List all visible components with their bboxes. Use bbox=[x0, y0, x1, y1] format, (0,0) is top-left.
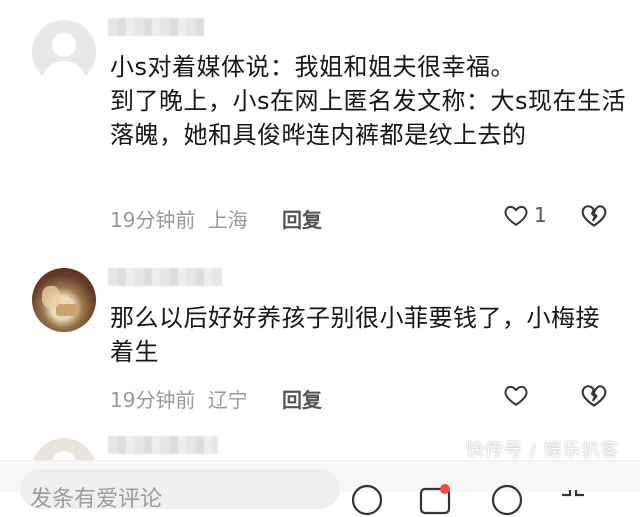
share-icon[interactable] bbox=[556, 483, 590, 517]
reply-button[interactable]: 回复 bbox=[282, 204, 322, 233]
comment-time: 19分钟前 bbox=[110, 388, 196, 412]
avatar-image-detail bbox=[56, 304, 78, 316]
watermark: 快传号 / 娱乐扒客 bbox=[466, 440, 620, 461]
heart-icon[interactable] bbox=[503, 202, 529, 228]
username-blurred[interactable] bbox=[108, 18, 204, 36]
broken-heart-icon[interactable] bbox=[580, 201, 608, 229]
like-count: 1 bbox=[534, 203, 547, 227]
comment-meta: 19分钟前 辽宁 bbox=[110, 384, 248, 413]
emoji-icon[interactable] bbox=[350, 483, 384, 517]
gift-icon[interactable] bbox=[490, 483, 524, 517]
username-blurred[interactable] bbox=[108, 268, 222, 286]
heart-icon[interactable] bbox=[503, 382, 529, 408]
comment-text: 小s对着媒体说：我姐和姐夫很幸福。 到了晚上，小s在网上匿名发文称：大s现在生活… bbox=[110, 53, 627, 149]
comment-input-placeholder: 发条有爱评论 bbox=[30, 487, 163, 512]
comment-time: 19分钟前 bbox=[110, 208, 196, 232]
comment-text: 那么以后好好养孩子别很小菲要钱了，小梅接着生 bbox=[110, 304, 600, 366]
broken-heart-icon[interactable] bbox=[580, 381, 608, 409]
username-blurred[interactable] bbox=[108, 436, 218, 454]
comment-input-bar: 发条有爱评论 bbox=[0, 460, 640, 516]
avatar[interactable] bbox=[32, 20, 96, 84]
comment-meta: 19分钟前 上海 bbox=[110, 204, 248, 233]
avatar[interactable] bbox=[32, 268, 96, 332]
comment-location: 辽宁 bbox=[207, 388, 248, 412]
reply-button[interactable]: 回复 bbox=[282, 384, 322, 413]
comment-location: 上海 bbox=[207, 208, 248, 232]
image-icon[interactable] bbox=[418, 483, 452, 517]
avatar-image-detail bbox=[42, 286, 60, 308]
